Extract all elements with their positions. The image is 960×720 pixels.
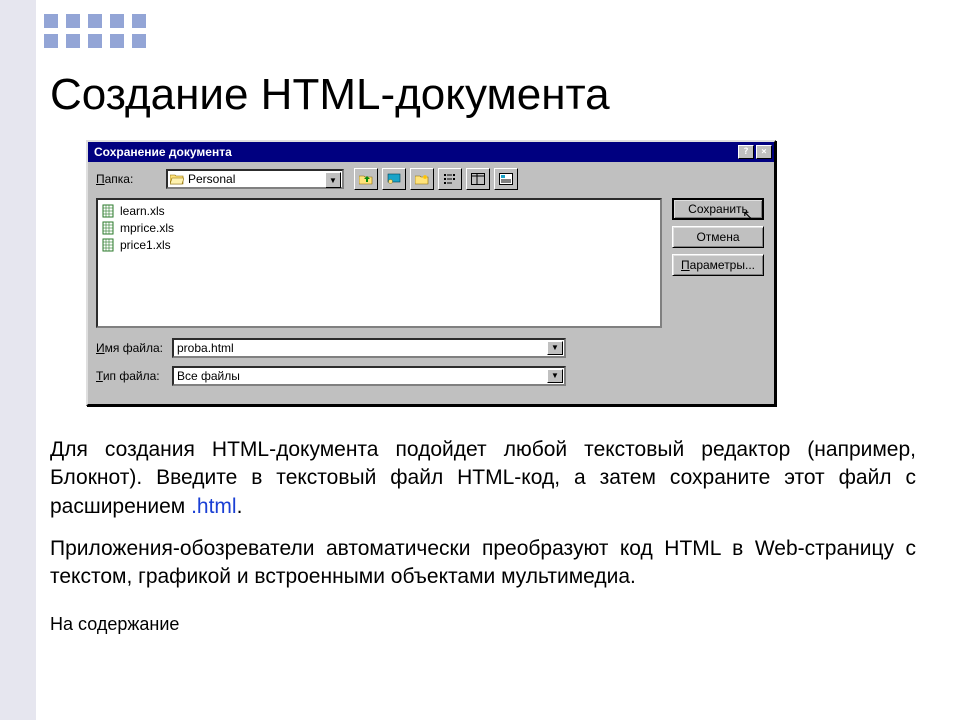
chevron-down-icon[interactable]: ▼ <box>325 172 341 188</box>
details-view-button[interactable] <box>466 168 490 190</box>
spreadsheet-file-icon <box>102 221 116 235</box>
folder-select-value: Personal <box>188 172 235 186</box>
desktop-icon <box>387 173 401 185</box>
file-name: learn.xls <box>120 204 165 218</box>
filename-label: Имя файла: <box>96 341 166 355</box>
spreadsheet-file-icon <box>102 238 116 252</box>
chevron-down-icon[interactable]: ▼ <box>547 369 563 383</box>
filename-value: proba.html <box>177 341 234 355</box>
file-name: mprice.xls <box>120 221 174 235</box>
dialog-toolbar <box>354 168 518 190</box>
chevron-down-icon[interactable]: ▼ <box>547 341 563 355</box>
cancel-button[interactable]: Отмена <box>672 226 764 248</box>
folder-open-icon <box>170 173 184 185</box>
paragraph-1: Для создания HTML-документа подойдет люб… <box>50 436 916 521</box>
folder-label: Папка: <box>96 172 162 186</box>
dialog-titlebar[interactable]: Сохранение документа ? × <box>88 142 774 162</box>
spreadsheet-file-icon <box>102 204 116 218</box>
html-extension: .html <box>191 495 237 518</box>
preview-button[interactable] <box>494 168 518 190</box>
list-item[interactable]: learn.xls <box>102 202 174 219</box>
dialog-title-text: Сохранение документа <box>94 145 232 159</box>
list-item[interactable]: price1.xls <box>102 236 174 253</box>
toc-link[interactable]: На содержание <box>50 614 916 635</box>
filetype-select[interactable]: Все файлы ▼ <box>172 366 566 386</box>
paragraph-2: Приложения-обозреватели автоматически пр… <box>50 535 916 592</box>
save-dialog: Сохранение документа ? × Папка: Personal… <box>86 140 776 406</box>
list-item[interactable]: mprice.xls <box>102 219 174 236</box>
up-one-level-button[interactable] <box>354 168 378 190</box>
filename-input[interactable]: proba.html ▼ <box>172 338 566 358</box>
new-folder-button[interactable] <box>410 168 434 190</box>
list-view-icon <box>443 173 457 185</box>
new-folder-icon <box>415 173 429 185</box>
filetype-label: Тип файла: <box>96 369 166 383</box>
save-button[interactable]: Сохранить ↖ <box>672 198 764 220</box>
save-button-label: Сохранить <box>688 202 748 216</box>
file-list[interactable]: learn.xls mprice.xls price1.xls <box>96 198 662 328</box>
titlebar-help-button[interactable]: ? <box>738 145 754 159</box>
titlebar-close-button[interactable]: × <box>756 145 772 159</box>
details-view-icon <box>471 173 485 185</box>
options-button[interactable]: Параметры... <box>672 254 764 276</box>
page-title: Создание HTML-документа <box>50 70 916 120</box>
folder-select[interactable]: Personal ▼ <box>166 169 344 189</box>
file-name: price1.xls <box>120 238 171 252</box>
list-view-button[interactable] <box>438 168 462 190</box>
preview-icon <box>499 173 513 185</box>
cancel-button-label: Отмена <box>696 230 739 244</box>
options-button-label: Параметры... <box>681 258 755 272</box>
desktop-button[interactable] <box>382 168 406 190</box>
filetype-value: Все файлы <box>177 369 240 383</box>
up-one-level-icon <box>359 173 373 185</box>
